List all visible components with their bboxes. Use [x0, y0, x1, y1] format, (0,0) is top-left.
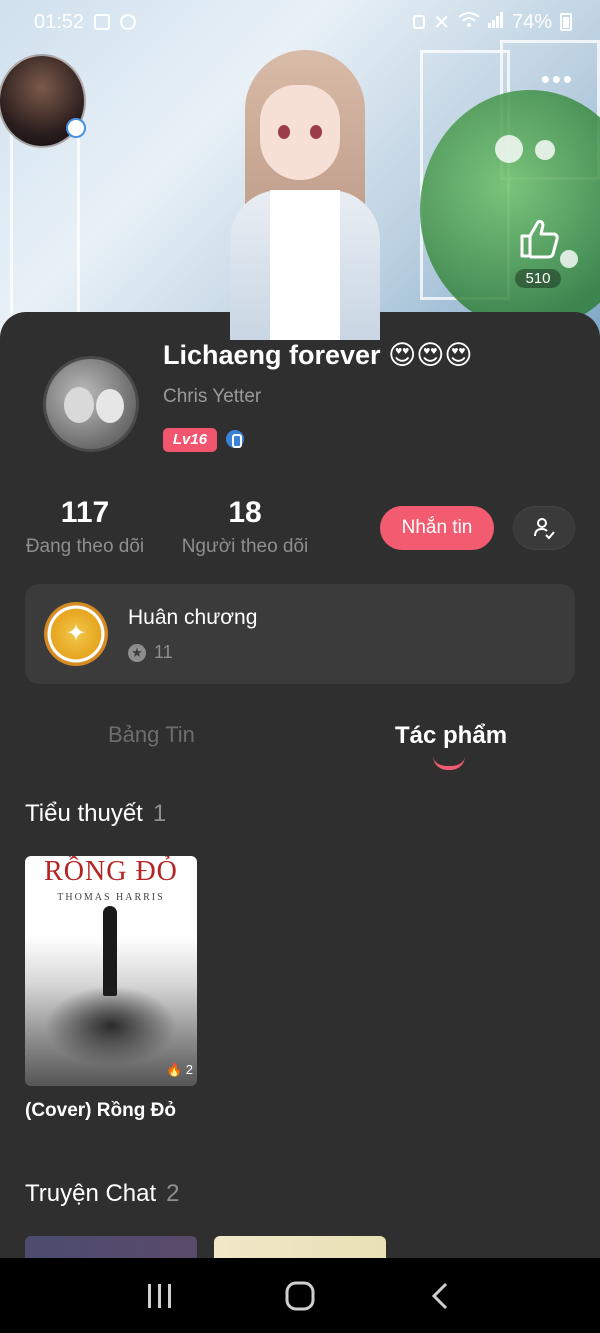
medal-count-value: 11: [154, 642, 173, 662]
tab-works[interactable]: Tác phẩm: [395, 722, 507, 750]
novel-title[interactable]: (Cover) Rồng Đỏ: [25, 1100, 176, 1122]
followers-count: 18: [228, 496, 262, 529]
section-novels-title: Tiểu thuyết 1: [25, 800, 166, 828]
gallery-icon: [94, 14, 111, 30]
avatar-badge-icon: [66, 118, 86, 138]
like-count: 510: [515, 269, 561, 288]
battery-percent: 74%: [511, 10, 552, 33]
fire-badge: 🔥 2: [165, 1062, 193, 1077]
media-icon: [120, 14, 137, 30]
section-novels-count: 1: [152, 800, 167, 827]
bokeh-light: [495, 135, 523, 163]
battery-icon: [560, 13, 572, 31]
user-check-icon: [534, 518, 555, 540]
chat-story-thumbnail[interactable]: [25, 1236, 197, 1258]
status-bar: 01:52 ✕ 74%: [0, 0, 600, 44]
medal-title: Huân chương: [128, 606, 258, 629]
wifi-icon: [458, 11, 480, 34]
lock-icon: [413, 15, 426, 29]
thumbs-up-icon: [520, 219, 559, 259]
cover-author-art: THOMAS HARRIS: [57, 892, 165, 903]
recents-button[interactable]: [140, 1276, 180, 1316]
recents-icon: [148, 1283, 171, 1308]
message-button[interactable]: Nhắn tin: [380, 506, 494, 550]
more-options-icon[interactable]: •••: [541, 64, 574, 95]
tab-news-feed[interactable]: Bảng Tin: [108, 722, 195, 748]
window-frame: [10, 120, 80, 320]
mute-icon: ✕: [433, 11, 450, 34]
back-icon: [431, 1282, 448, 1309]
anime-character-illustration: [225, 40, 385, 340]
medal-count: ★ 11: [128, 642, 173, 663]
cover-title-art: RỒNG ĐỎ: [44, 856, 178, 887]
home-button[interactable]: [280, 1276, 320, 1316]
like-button[interactable]: 510: [510, 216, 566, 288]
home-icon: [285, 1281, 315, 1310]
profile-name: Lichaeng forever 😍😍😍: [163, 340, 473, 370]
verified-shield-icon: [224, 428, 246, 450]
section-novels-label: Tiểu thuyết: [25, 800, 143, 827]
stat-following[interactable]: 117 Đang theo dõi: [25, 496, 145, 558]
section-chat-title: Truyện Chat 2: [25, 1180, 180, 1208]
follow-button[interactable]: [513, 506, 575, 550]
stat-followers[interactable]: 18 Người theo dõi: [180, 496, 310, 558]
medal-icon: [44, 602, 108, 666]
fire-count: 2: [185, 1062, 193, 1077]
system-nav-bar: [0, 1258, 600, 1333]
cover-shadow: [45, 986, 177, 1066]
status-time: 01:52: [34, 10, 85, 33]
profile-banner: 01:52 ✕ 74% ••• 510: [0, 0, 600, 340]
medal-card[interactable]: Huân chương ★ 11: [25, 584, 575, 684]
signal-icon: [487, 11, 504, 34]
section-chat-count: 2: [166, 1180, 180, 1207]
novel-cover[interactable]: RỒNG ĐỎ THOMAS HARRIS 🔥 2: [25, 856, 197, 1086]
bokeh-light: [535, 140, 555, 160]
section-chat-label: Truyện Chat: [25, 1180, 157, 1207]
chat-story-thumbnail[interactable]: [214, 1236, 386, 1258]
profile-avatar[interactable]: [43, 356, 139, 452]
following-label: Đang theo dõi: [25, 536, 145, 557]
profile-username: Chris Yetter: [163, 386, 262, 407]
profile-sheet: Lichaeng forever 😍😍😍 Chris Yetter Lv16 1…: [0, 312, 600, 1258]
back-button[interactable]: [420, 1276, 460, 1316]
followers-label: Người theo dõi: [181, 536, 309, 557]
tab-active-indicator: [433, 756, 465, 770]
level-badge: Lv16: [163, 428, 217, 452]
star-icon: ★: [128, 643, 146, 662]
cover-figure: [103, 906, 117, 996]
following-count: 117: [60, 496, 110, 529]
